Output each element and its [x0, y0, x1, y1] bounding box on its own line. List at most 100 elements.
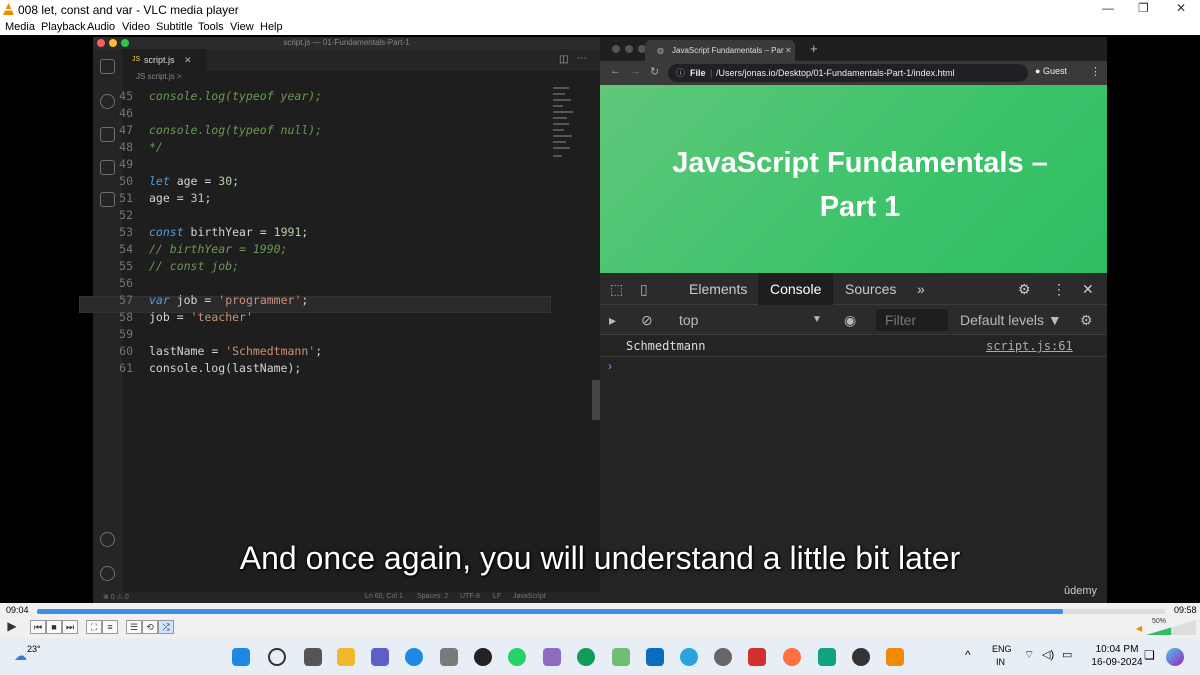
console-settings-icon[interactable]: ⚙	[1080, 312, 1093, 329]
zoom-dot[interactable]	[121, 39, 129, 47]
system-clock[interactable]: 10:04 PM 16-09-2024	[1082, 643, 1152, 669]
back-icon[interactable]: ←	[610, 65, 621, 77]
speaker-icon[interactable]: ◁)	[1042, 648, 1054, 661]
indent-status[interactable]: Spaces: 2	[417, 593, 448, 600]
browser-min-dot[interactable]	[625, 45, 633, 53]
shuffle-button[interactable]: ⤮	[158, 620, 174, 634]
code-line[interactable]: const birthYear = 1991;	[149, 225, 308, 239]
chevron-down-icon[interactable]: ▼	[812, 314, 822, 325]
menu-view[interactable]: View	[230, 21, 254, 33]
eol-status[interactable]: LF	[493, 593, 501, 600]
next-button[interactable]: ⏭	[62, 620, 78, 634]
volume-icon[interactable]: ◀	[1136, 624, 1142, 633]
code-line[interactable]: // const job;	[149, 259, 239, 273]
code-line[interactable]: console.log(typeof year);	[149, 89, 322, 103]
teams-icon[interactable]	[371, 648, 389, 666]
encoding-status[interactable]: UTF-8	[460, 593, 480, 600]
code-line[interactable]: console.log(typeof null);	[149, 123, 322, 137]
close-button[interactable]: ✕	[1176, 1, 1186, 15]
start-icon[interactable]	[232, 648, 250, 666]
tab-sources[interactable]: Sources	[845, 281, 896, 297]
copilot-icon[interactable]	[1166, 648, 1184, 666]
app-icon[interactable]	[612, 648, 630, 666]
profile-button[interactable]: ● Guest	[1035, 66, 1067, 76]
github-icon[interactable]	[474, 648, 492, 666]
tab-console[interactable]: Console	[758, 273, 834, 305]
settings-icon[interactable]	[714, 648, 732, 666]
code-line[interactable]: age = 31;	[149, 191, 211, 205]
media-app-icon[interactable]	[543, 648, 561, 666]
fullscreen-button[interactable]: ⛶	[86, 620, 102, 634]
telegram-icon[interactable]	[680, 648, 698, 666]
minimize-dot[interactable]	[109, 39, 117, 47]
browser-close-dot[interactable]	[612, 45, 620, 53]
menu-help[interactable]: Help	[260, 21, 283, 33]
vscode-icon[interactable]	[646, 648, 664, 666]
reload-icon[interactable]: ↻	[650, 65, 659, 78]
code-line[interactable]: // birthYear = 1990;	[149, 242, 287, 256]
store-icon[interactable]	[440, 648, 458, 666]
search-icon[interactable]	[268, 648, 286, 666]
breadcrumb[interactable]: JS script.js >	[122, 71, 600, 83]
more-tabs-icon[interactable]: »	[917, 281, 925, 297]
code-line[interactable]: let age = 30;	[149, 174, 239, 188]
problems-status[interactable]: ⊗ 0 ⚠ 0	[103, 593, 129, 601]
code-line[interactable]: var job = 'programmer';	[149, 293, 308, 307]
console-prompt-icon[interactable]: ›	[608, 359, 612, 373]
previous-button[interactable]: ⏮	[30, 620, 46, 634]
language-indicator[interactable]: ENG	[992, 644, 1012, 654]
more-actions-icon[interactable]: ⋯	[577, 53, 587, 64]
firefox-icon[interactable]	[783, 648, 801, 666]
live-expression-eye-icon[interactable]: ◉	[844, 312, 856, 329]
menu-media[interactable]: Media	[5, 21, 35, 33]
whatsapp-icon[interactable]	[508, 648, 526, 666]
language-status[interactable]: JavaScript	[513, 593, 546, 600]
stop-button[interactable]: ■	[46, 620, 62, 634]
menu-playback[interactable]: Playback	[41, 21, 86, 33]
vlc-taskbar-icon[interactable]	[886, 648, 904, 666]
url-field[interactable]: ⓘ File | /Users/jonas.io/Desktop/01-Fund…	[668, 64, 1028, 82]
code-line[interactable]: lastName = 'Schmedtmann';	[149, 344, 322, 358]
menu-audio[interactable]: Audio	[87, 21, 115, 33]
playlist-button[interactable]: ☰	[126, 620, 142, 634]
code-line[interactable]: job = 'teacher'	[149, 310, 253, 324]
code-line[interactable]: */	[149, 140, 163, 154]
menu-subtitle[interactable]: Subtitle	[156, 21, 193, 33]
menu-kebab-icon[interactable]: ⋮	[1090, 65, 1101, 78]
code-line[interactable]: console.log(lastName);	[149, 361, 301, 375]
extended-settings-button[interactable]: ≡	[102, 620, 118, 634]
tab-script-js[interactable]: JS script.js ✕	[122, 49, 207, 71]
wifi-icon[interactable]: ⌔	[1024, 648, 1034, 662]
code-editor[interactable]: 45 console.log(typeof year); 46 47 console.l…	[93, 89, 563, 437]
minimap[interactable]	[551, 85, 581, 165]
browser-tab[interactable]: ◍ JavaScript Fundamentals – Par ✕	[645, 40, 795, 61]
battery-icon[interactable]: ▭	[1062, 648, 1072, 661]
tab-elements[interactable]: Elements	[689, 281, 747, 297]
close-dot[interactable]	[97, 39, 105, 47]
close-tab-icon[interactable]: ✕	[184, 49, 192, 71]
sidebar-toggle-icon[interactable]: ▸	[609, 312, 616, 329]
menu-tools[interactable]: Tools	[198, 21, 224, 33]
show-hidden-icons[interactable]: ^	[965, 648, 971, 662]
edge-icon[interactable]	[577, 648, 595, 666]
close-devtools-icon[interactable]: ✕	[1082, 281, 1094, 298]
minimize-button[interactable]: —	[1102, 1, 1114, 15]
restore-button[interactable]: ❐	[1138, 1, 1149, 15]
play-button[interactable]: ▶	[4, 620, 20, 634]
device-toggle-icon[interactable]: ▯	[640, 281, 648, 298]
more-options-icon[interactable]: ⋮	[1052, 281, 1066, 298]
inspect-icon[interactable]: ⬚	[610, 281, 623, 298]
editor-scrollbar[interactable]	[592, 380, 600, 420]
file-explorer-icon[interactable]	[337, 648, 355, 666]
menu-video[interactable]: Video	[122, 21, 150, 33]
loop-button[interactable]: ⟲	[142, 620, 158, 634]
new-tab-icon[interactable]: +	[810, 41, 818, 56]
log-levels-select[interactable]: Default levels ▼	[960, 312, 1062, 328]
context-select[interactable]: top	[679, 312, 698, 328]
split-editor-icon[interactable]: ◫	[559, 54, 568, 65]
chatgpt-icon[interactable]	[818, 648, 836, 666]
seek-bar[interactable]	[37, 609, 1165, 614]
filter-input[interactable]: Filter	[876, 309, 948, 331]
cursor-position[interactable]: Ln 60, Col 1	[365, 593, 403, 600]
task-view-icon[interactable]	[304, 648, 322, 666]
